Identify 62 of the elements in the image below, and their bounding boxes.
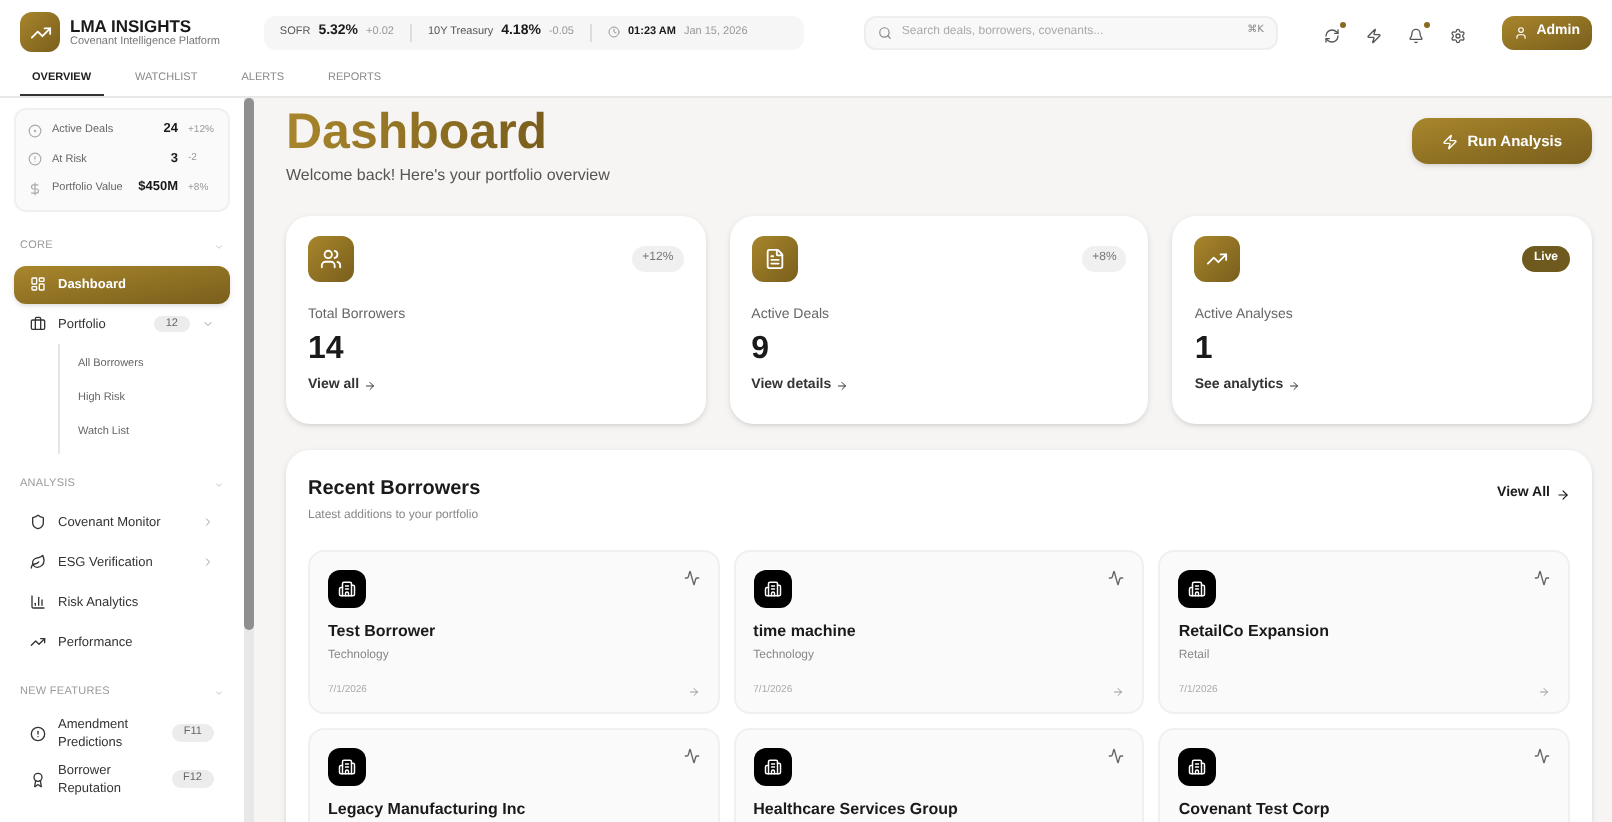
building-icon	[1178, 748, 1217, 786]
activity-icon	[1534, 570, 1550, 586]
borrower-name: Covenant Test Corp	[1178, 800, 1332, 820]
scrollbar[interactable]	[244, 98, 254, 822]
building-icon	[328, 748, 366, 786]
leaf-icon	[30, 554, 46, 570]
activity-icon	[683, 570, 700, 586]
search-icon	[877, 25, 892, 39]
briefcase-icon	[30, 316, 46, 332]
lightning-icon	[1441, 133, 1458, 149]
borrower-name: Test Borrower	[328, 622, 438, 642]
chevron-down-icon[interactable]	[214, 242, 224, 252]
building-icon	[753, 748, 792, 786]
borrower-name: RetailCo Expansion	[1178, 622, 1331, 642]
borrower-name: time machine	[753, 622, 858, 642]
arrow-icon	[1287, 379, 1300, 392]
arrow-icon	[835, 379, 848, 392]
user-icon	[1514, 25, 1529, 39]
borrower-card[interactable]: Covenant Test Corp	[1158, 728, 1570, 822]
card-value: 9	[751, 329, 772, 369]
alert-icon	[30, 725, 46, 741]
building-icon	[328, 570, 366, 608]
section-title: Recent Borrowers	[308, 476, 481, 504]
chevron-down-icon[interactable]	[214, 480, 224, 490]
arrow-icon[interactable]	[1112, 685, 1125, 698]
arrow-icon	[363, 379, 376, 392]
page-subtitle: Welcome back! Here's your portfolio overview	[286, 164, 610, 188]
activity-icon	[1108, 748, 1125, 764]
clock-icon	[608, 26, 620, 38]
app-title: LMA INSIGHTS	[70, 15, 194, 35]
dashboard-icon	[30, 276, 46, 292]
award-icon	[30, 771, 46, 787]
users-icon	[308, 236, 354, 282]
building-icon	[1178, 570, 1217, 608]
trend-icon	[1194, 236, 1241, 282]
bar-chart-icon	[30, 594, 46, 610]
borrower-name: Legacy Manufacturing Inc	[328, 800, 528, 820]
dollar-icon	[28, 181, 42, 196]
chevron-right-icon[interactable]	[202, 556, 214, 568]
document-icon	[751, 236, 798, 282]
arrow-icon[interactable]	[687, 685, 700, 698]
borrower-card[interactable]: Legacy Manufacturing Inc	[308, 728, 720, 822]
card-value: 1	[1194, 329, 1215, 369]
activity-icon	[1534, 748, 1550, 764]
card-value: 14	[308, 329, 346, 369]
refresh-icon[interactable]	[1324, 21, 1347, 43]
arrow-icon	[1556, 487, 1570, 502]
activity-icon	[683, 748, 700, 764]
logo-icon[interactable]	[20, 12, 60, 52]
chevron-down-icon[interactable]	[214, 688, 224, 698]
circle-icon	[28, 123, 42, 138]
chevron-right-icon[interactable]	[202, 516, 214, 528]
bell-icon[interactable]	[1408, 21, 1431, 43]
shield-icon	[30, 514, 46, 530]
alert-icon	[28, 152, 42, 167]
building-icon	[753, 570, 792, 608]
borrower-name: Healthcare Services Group	[753, 800, 960, 820]
activity-icon	[1108, 570, 1125, 586]
arrow-icon[interactable]	[1538, 685, 1550, 698]
chevron-down-icon[interactable]	[202, 318, 214, 330]
borrower-card[interactable]: Healthcare Services Group	[733, 728, 1145, 822]
trend-icon	[30, 634, 46, 650]
